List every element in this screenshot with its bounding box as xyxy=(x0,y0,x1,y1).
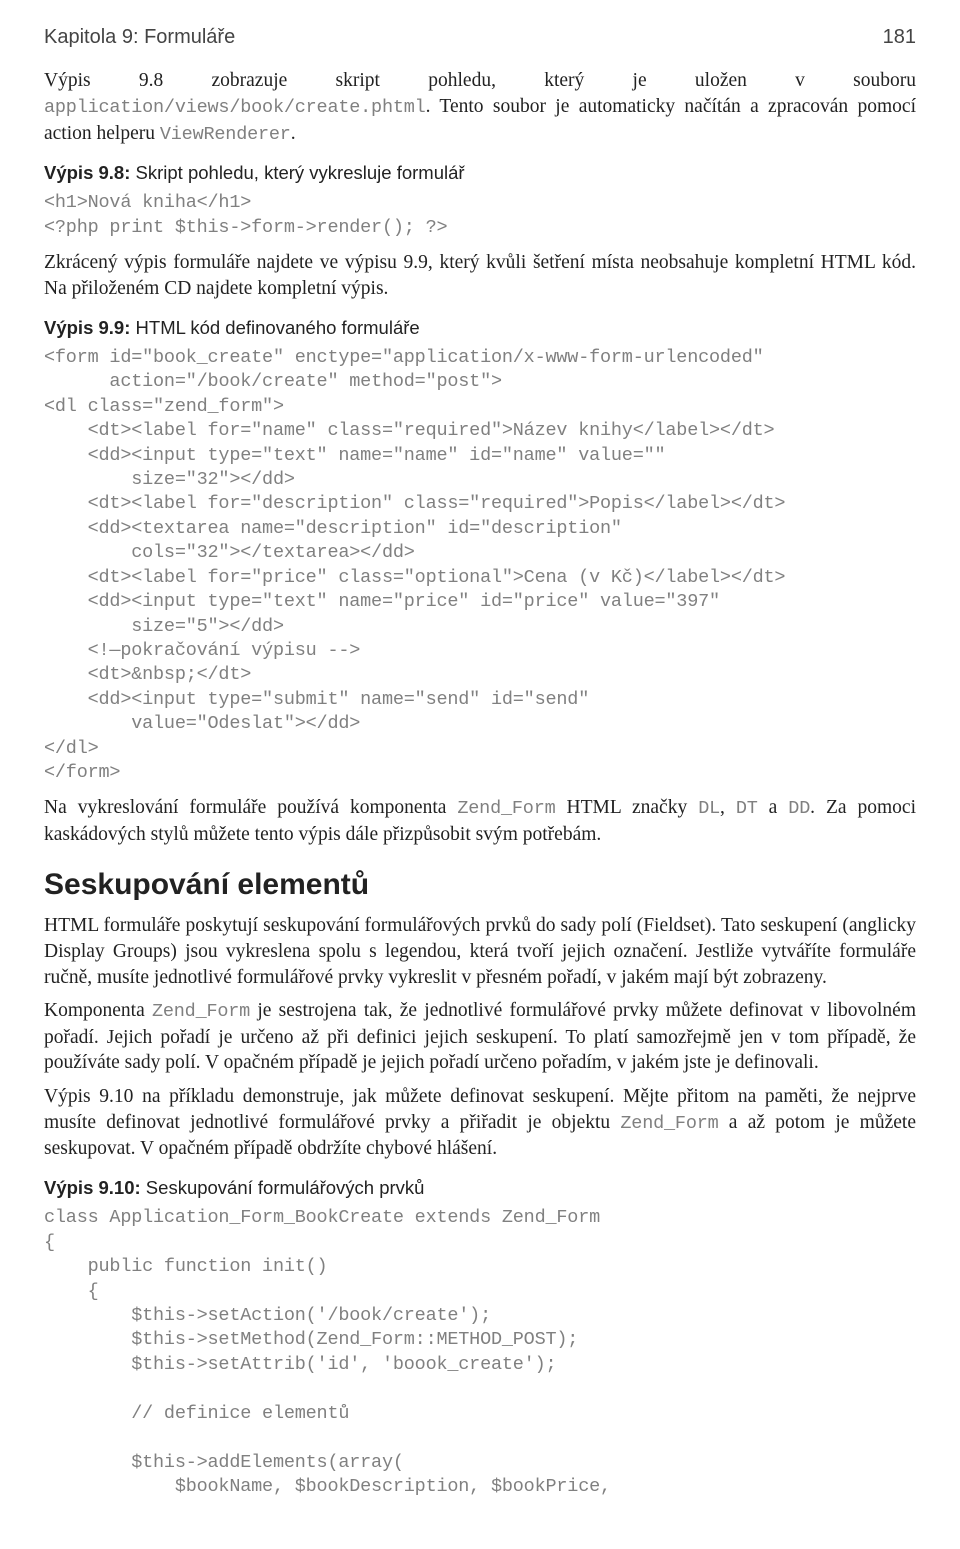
code-inline: Zend_Form xyxy=(620,1113,718,1134)
text-run: , xyxy=(720,797,736,818)
listing-number: Výpis 9.9: xyxy=(44,317,130,338)
truncation-note: Zkrácený výpis formuláře najdete ve výpi… xyxy=(44,250,916,301)
listing-caption-9-9: Výpis 9.9: HTML kód definovaného formulá… xyxy=(44,316,916,340)
group-paragraph-1: HTML formuláře poskytují seskupování for… xyxy=(44,913,916,990)
chapter-title: Kapitola 9: Formuláře xyxy=(44,24,235,50)
group-paragraph-2: Komponenta Zend_Form je sestrojena tak, … xyxy=(44,998,916,1076)
text-run: Na vykreslování formuláře používá kompon… xyxy=(44,797,457,818)
render-paragraph: Na vykreslování formuláře používá kompon… xyxy=(44,795,916,847)
code-block-9-9: <form id="book_create" enctype="applicat… xyxy=(44,346,916,785)
code-block-9-10: class Application_Form_BookCreate extend… xyxy=(44,1206,916,1499)
intro-paragraph: Výpis 9.8 zobrazuje skript pohledu, kter… xyxy=(44,68,916,147)
listing-title: Seskupování formulářových prvků xyxy=(141,1177,425,1198)
code-inline: DT xyxy=(736,798,758,819)
code-inline: Zend_Form xyxy=(152,1001,250,1022)
code-inline: DL xyxy=(698,798,720,819)
page-number: 181 xyxy=(883,24,916,50)
text-run: Výpis 9.8 zobrazuje skript pohledu, kter… xyxy=(44,70,916,91)
text-run: . xyxy=(291,123,296,144)
listing-caption-9-10: Výpis 9.10: Seskupování formulářových pr… xyxy=(44,1176,916,1200)
group-paragraph-3: Výpis 9.10 na příkladu demonstruje, jak … xyxy=(44,1084,916,1162)
listing-number: Výpis 9.10: xyxy=(44,1177,141,1198)
page-header: Kapitola 9: Formuláře 181 xyxy=(44,24,916,50)
code-inline: application/views/book/create.phtml xyxy=(44,97,426,118)
code-block-9-8: <h1>Nová kniha</h1> <?php print $this->f… xyxy=(44,191,916,240)
code-inline: ViewRenderer xyxy=(160,124,291,145)
section-heading: Seskupování elementů xyxy=(44,865,916,905)
text-run: Komponenta xyxy=(44,1000,152,1021)
document-page: Kapitola 9: Formuláře 181 Výpis 9.8 zobr… xyxy=(0,0,960,1549)
listing-title: Skript pohledu, který vykresluje formulá… xyxy=(130,162,464,183)
listing-title: HTML kód definovaného formuláře xyxy=(130,317,419,338)
text-run: HTML značky xyxy=(556,797,699,818)
text-run: a xyxy=(758,797,789,818)
code-inline: DD xyxy=(788,798,810,819)
listing-caption-9-8: Výpis 9.8: Skript pohledu, který vykresl… xyxy=(44,161,916,185)
code-inline: Zend_Form xyxy=(457,798,555,819)
listing-number: Výpis 9.8: xyxy=(44,162,130,183)
